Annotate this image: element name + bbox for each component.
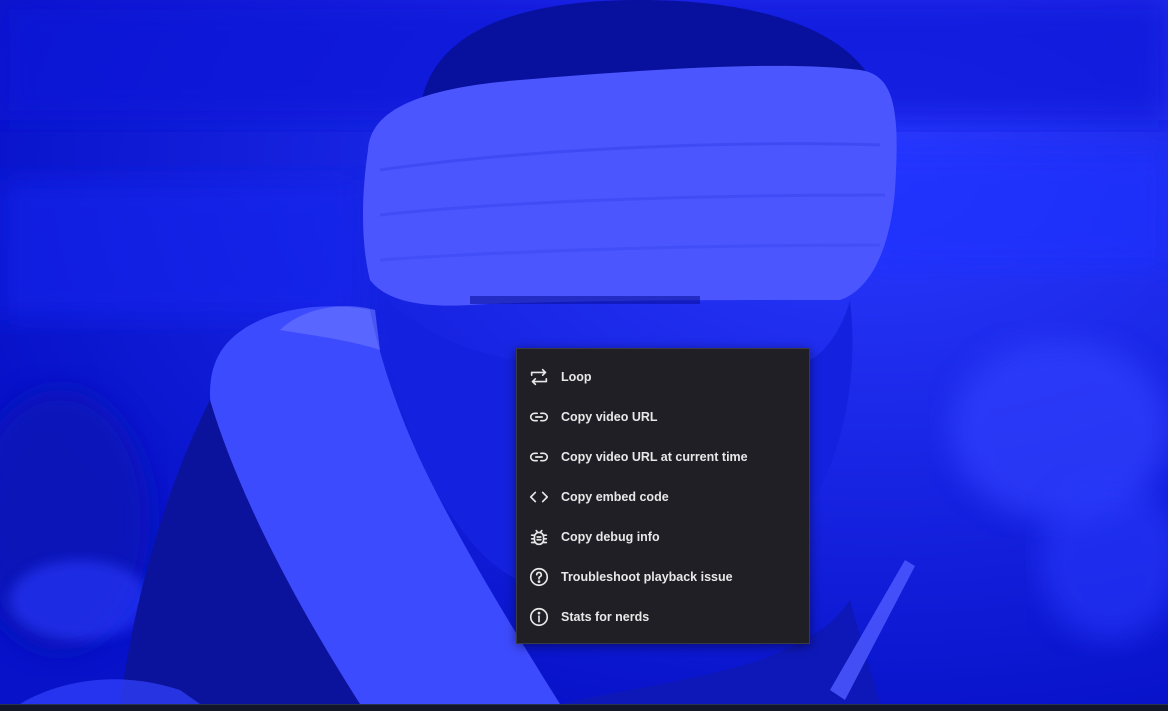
menu-item-copy-debug-info[interactable]: Copy debug info (517, 517, 809, 557)
menu-item-label: Loop (561, 370, 592, 384)
menu-item-label: Stats for nerds (561, 610, 650, 624)
link-icon (527, 405, 551, 429)
menu-item-label: Troubleshoot playback issue (561, 570, 733, 584)
embed-code-icon (527, 485, 551, 509)
video-player[interactable]: Loop Copy video URL Copy video URL at cu… (0, 0, 1168, 704)
menu-item-stats-for-nerds[interactable]: Stats for nerds (517, 597, 809, 637)
menu-item-copy-video-url[interactable]: Copy video URL (517, 397, 809, 437)
link-icon (527, 445, 551, 469)
menu-item-label: Copy embed code (561, 490, 669, 504)
menu-item-label: Copy debug info (561, 530, 660, 544)
menu-item-label: Copy video URL (561, 410, 658, 424)
menu-item-label: Copy video URL at current time (561, 450, 748, 464)
menu-item-loop[interactable]: Loop (517, 357, 809, 397)
context-menu: Loop Copy video URL Copy video URL at cu… (516, 348, 810, 644)
menu-item-copy-video-url-at-time[interactable]: Copy video URL at current time (517, 437, 809, 477)
help-circle-icon (527, 565, 551, 589)
loop-icon (527, 365, 551, 389)
info-circle-icon (527, 605, 551, 629)
menu-item-copy-embed-code[interactable]: Copy embed code (517, 477, 809, 517)
menu-item-troubleshoot-playback[interactable]: Troubleshoot playback issue (517, 557, 809, 597)
bug-icon (527, 525, 551, 549)
